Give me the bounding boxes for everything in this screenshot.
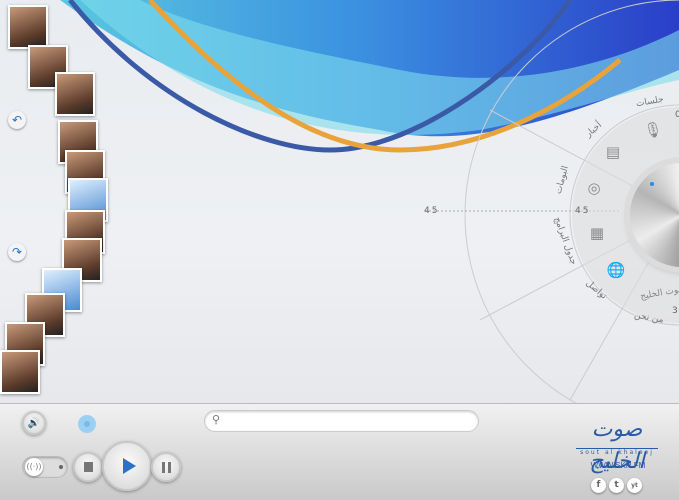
volume-slider-handle[interactable]	[78, 415, 96, 433]
brand-subtitle: sout al khaleej	[576, 448, 658, 456]
volume-button[interactable]: 🔊	[22, 411, 46, 435]
broadcast-icon: ((·))	[25, 458, 43, 476]
knob-indicator	[650, 182, 654, 186]
rotate-down-button[interactable]: ↷	[8, 243, 26, 261]
artist-photo[interactable]	[8, 5, 48, 49]
pause-icon	[161, 461, 171, 473]
play-icon	[122, 458, 136, 474]
search-icon: ⚲	[212, 413, 221, 426]
stop-icon	[83, 462, 93, 472]
twitter-icon[interactable]: t	[609, 478, 624, 493]
disc-icon[interactable]: ◎	[584, 178, 604, 198]
rotate-up-button[interactable]: ↶	[8, 111, 26, 129]
search-input[interactable]	[227, 414, 472, 429]
pause-button[interactable]	[151, 452, 181, 482]
scale-label: 0	[675, 110, 679, 120]
globe-icon[interactable]: 🌐	[606, 260, 626, 280]
scale-label: 45	[575, 206, 591, 216]
speaker-icon: 🔊	[27, 417, 41, 429]
search-bar[interactable]: ⚲	[204, 410, 479, 432]
newspaper-icon[interactable]: ▤	[603, 142, 623, 162]
play-button[interactable]	[102, 441, 152, 491]
calendar-icon[interactable]: ▦	[587, 223, 607, 243]
website-link[interactable]: WWW.SKR.FM	[582, 461, 654, 470]
artist-photo[interactable]	[0, 350, 40, 394]
stream-toggle[interactable]: ((·))	[22, 456, 68, 478]
youtube-icon[interactable]: yt	[627, 478, 642, 493]
stop-button[interactable]	[73, 452, 103, 482]
scale-label: 45	[424, 206, 440, 216]
microphone-icon[interactable]: 🎙	[643, 120, 663, 140]
facebook-icon[interactable]: f	[591, 478, 606, 493]
main-stage: ↶ ↷ 45 45 0 30 🎙 جلسات ▤ أخبار ◎ البومات…	[0, 0, 679, 403]
scale-label: 30	[672, 306, 679, 316]
artist-photo[interactable]	[55, 72, 95, 116]
